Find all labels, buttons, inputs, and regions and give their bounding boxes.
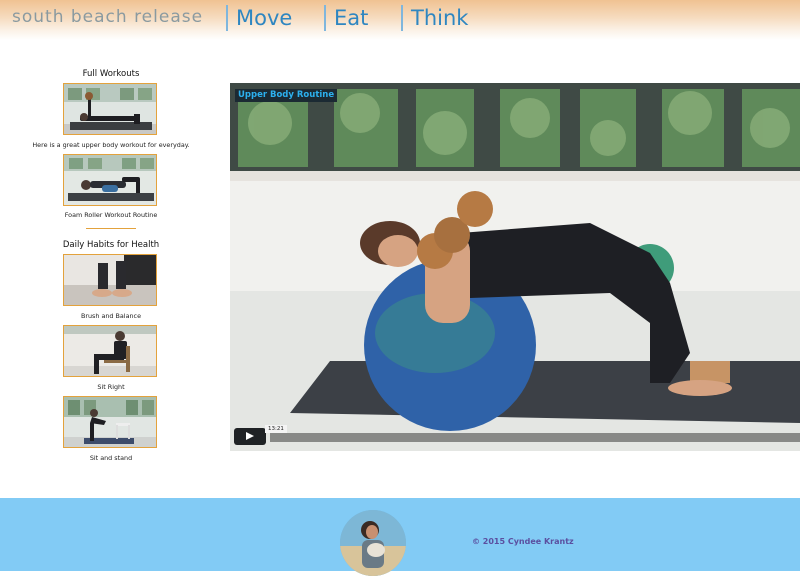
video-player[interactable]: Upper Body Routine xyxy=(230,83,800,451)
site-header: south beach release Move Eat Think xyxy=(0,0,800,40)
nav-eat[interactable]: Eat xyxy=(324,5,368,31)
thumb-foam-roller[interactable] xyxy=(63,154,157,206)
thumb-sit-stand[interactable] xyxy=(63,396,157,448)
video-progress-bar[interactable] xyxy=(270,433,800,442)
thumb-upper-body-workout[interactable] xyxy=(63,83,157,135)
section-divider xyxy=(86,228,136,229)
caption-brush-balance[interactable]: Brush and Balance xyxy=(30,312,192,320)
avatar[interactable] xyxy=(340,510,406,576)
avatar-photo-icon xyxy=(340,510,406,576)
caption-sit-stand[interactable]: Sit and stand xyxy=(30,454,192,462)
nav-move[interactable]: Move xyxy=(226,5,292,31)
sit-stand-photo-icon xyxy=(64,397,156,447)
workout-video-frame-icon xyxy=(230,83,800,451)
nav-think[interactable]: Think xyxy=(401,5,468,31)
copyright-text: © 2015 Cyndee Krantz xyxy=(472,537,574,546)
site-logo[interactable]: south beach release xyxy=(12,7,203,27)
section-title-daily-habits: Daily Habits for Health xyxy=(62,240,160,250)
caption-upper-body-workout[interactable]: Here is a great upper body workout for e… xyxy=(30,141,192,149)
foam-roller-photo-icon xyxy=(64,155,156,205)
dumbbell-press-photo-icon xyxy=(64,84,156,134)
thumb-brush-balance[interactable] xyxy=(63,254,157,306)
thumb-sit-right[interactable] xyxy=(63,325,157,377)
feet-balance-photo-icon xyxy=(64,255,156,305)
section-title-full-workouts: Full Workouts xyxy=(82,69,140,79)
play-button[interactable] xyxy=(234,428,266,445)
video-title: Upper Body Routine xyxy=(235,89,338,102)
video-duration: 13:21 xyxy=(265,425,287,433)
seated-posture-photo-icon xyxy=(64,326,156,376)
caption-foam-roller[interactable]: Foam Roller Workout Routine xyxy=(30,211,192,219)
caption-sit-right[interactable]: Sit Right xyxy=(30,383,192,391)
